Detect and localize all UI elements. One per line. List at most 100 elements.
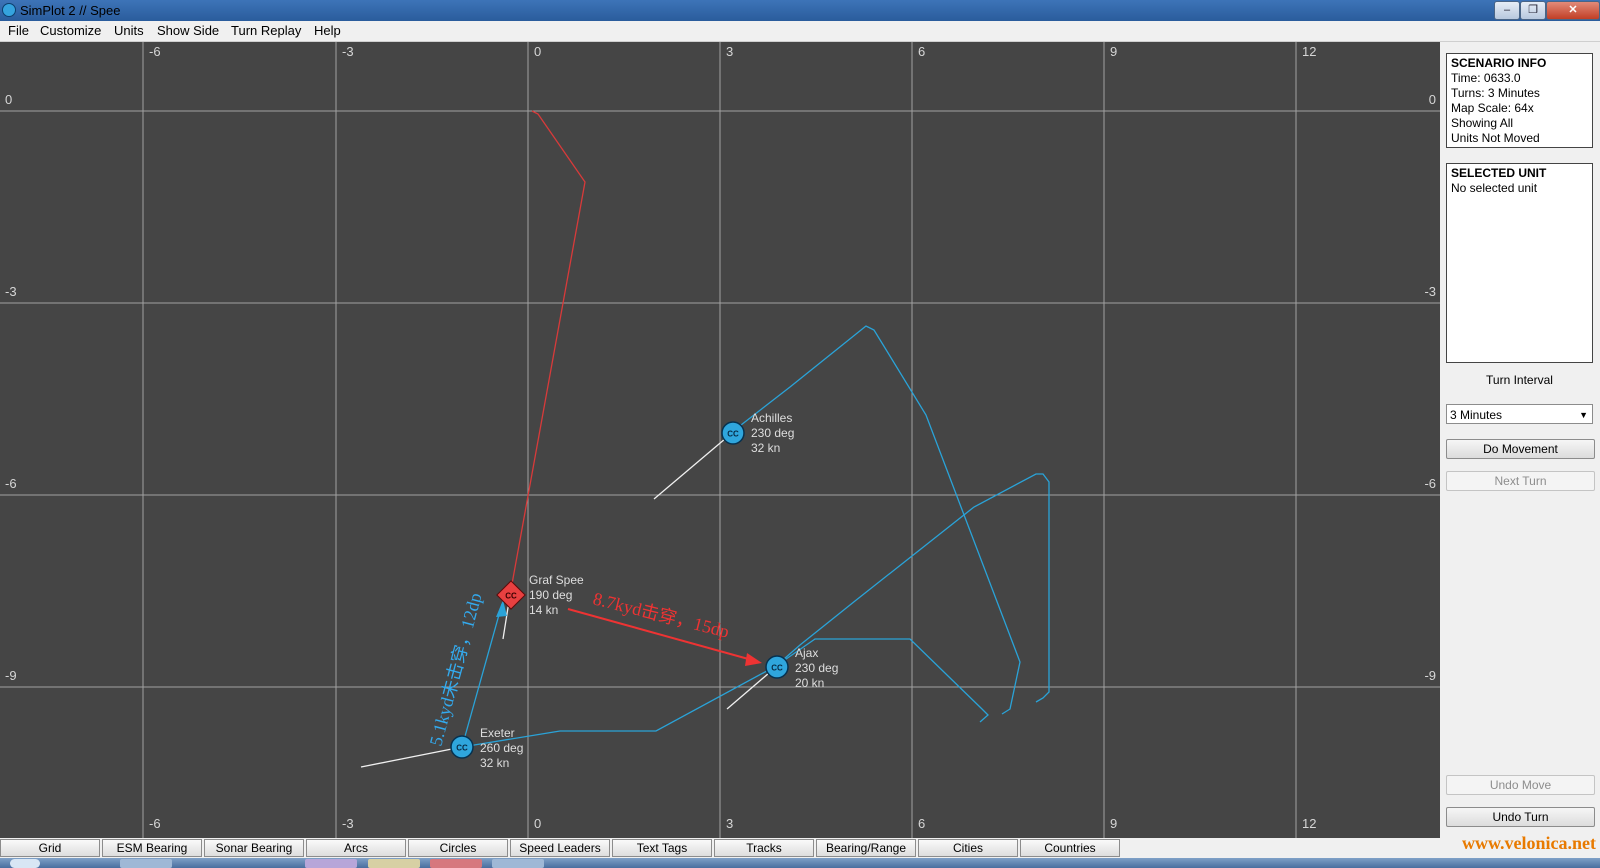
window-title: SimPlot 2 // Spee <box>20 3 121 18</box>
undo-move-button[interactable]: Undo Move <box>1446 775 1595 795</box>
maximize-button[interactable]: ❐ <box>1520 1 1546 20</box>
taskbar-item[interactable] <box>430 859 482 868</box>
toggle-text-tags[interactable]: Text Tags <box>612 839 712 857</box>
menu-turn-replay[interactable]: Turn Replay <box>231 23 301 38</box>
unit-speed: 32 kn <box>480 756 509 770</box>
unit-name: Ajax <box>795 646 818 660</box>
toggle-countries[interactable]: Countries <box>1020 839 1120 857</box>
unit-name: Exeter <box>480 726 515 740</box>
map-canvas[interactable]: -6 -3 0 3 6 9 12 -6 -3 0 3 6 9 12 0 -3 -… <box>0 42 1440 838</box>
x-tick-label: 9 <box>1110 44 1117 59</box>
tactical-map[interactable]: -6 -3 0 3 6 9 12 -6 -3 0 3 6 9 12 0 -3 -… <box>0 42 1440 838</box>
selected-unit-box: SELECTED UNIT No selected unit <box>1446 163 1593 363</box>
scenario-info-box: SCENARIO INFO Time: 0633.0 Turns: 3 Minu… <box>1446 53 1593 148</box>
toggle-esm-bearing[interactable]: ESM Bearing <box>102 839 202 857</box>
unit-ajax[interactable]: CC Ajax 230 deg 20 kn <box>765 646 838 690</box>
unit-speed: 20 kn <box>795 676 824 690</box>
toggle-sonar-bearing[interactable]: Sonar Bearing <box>204 839 304 857</box>
scenario-turns: Turns: 3 Minutes <box>1451 86 1540 100</box>
unit-achilles[interactable]: CC Achilles 230 deg 32 kn <box>721 411 794 455</box>
x-tick-label-bottom: 3 <box>726 816 733 831</box>
title-bar: SimPlot 2 // Spee – ❐ ✕ <box>0 0 1600 21</box>
scenario-showing: Showing All <box>1451 116 1514 130</box>
start-button[interactable] <box>10 859 40 868</box>
next-turn-button[interactable]: Next Turn <box>1446 471 1595 491</box>
taskbar-item[interactable] <box>492 859 544 868</box>
turn-interval-label: Turn Interval <box>1486 373 1553 387</box>
do-movement-button[interactable]: Do Movement <box>1446 439 1595 459</box>
selected-unit-header: SELECTED UNIT <box>1451 166 1547 180</box>
toggle-circles[interactable]: Circles <box>408 839 508 857</box>
unit-exeter[interactable]: CC Exeter 260 deg 32 kn <box>450 726 523 770</box>
toggle-arcs[interactable]: Arcs <box>306 839 406 857</box>
speed-leader <box>360 746 463 768</box>
menu-file[interactable]: File <box>8 23 29 38</box>
scenario-info-header: SCENARIO INFO <box>1451 56 1547 70</box>
unit-speed: 14 kn <box>529 603 558 617</box>
toggle-grid[interactable]: Grid <box>0 839 100 857</box>
chevron-down-icon[interactable]: ▼ <box>1579 405 1588 425</box>
red-annotation: 8.7kyd击穿，15dp <box>567 588 762 666</box>
x-tick-label: -6 <box>149 44 161 59</box>
graf-spee-track <box>509 110 586 596</box>
app-icon <box>2 3 16 17</box>
minimize-button[interactable]: – <box>1494 1 1520 20</box>
turn-interval-value: 3 Minutes <box>1450 408 1503 422</box>
selected-unit-value: No selected unit <box>1451 181 1538 195</box>
unit-course: 260 deg <box>480 741 523 755</box>
x-tick-label: 0 <box>534 44 541 59</box>
undo-turn-button[interactable]: Undo Turn <box>1446 807 1595 827</box>
menu-units[interactable]: Units <box>114 23 144 38</box>
red-annotation-text: 8.7kyd击穿，15dp <box>591 588 731 641</box>
toggle-bearing-range[interactable]: Bearing/Range <box>816 839 916 857</box>
y-tick-label-right: 0 <box>1429 92 1436 107</box>
grid-lines <box>0 42 1440 838</box>
x-tick-label-bottom: 9 <box>1110 816 1117 831</box>
os-taskbar <box>0 858 1600 868</box>
x-tick-label-bottom: 0 <box>534 816 541 831</box>
y-tick-label-right: -9 <box>1424 668 1436 683</box>
blue-annotation-text: 5.1kyd未击穿，12dp <box>426 591 486 748</box>
y-tick-label: -6 <box>5 476 17 491</box>
scenario-time: Time: 0633.0 <box>1451 71 1521 85</box>
unit-speed: 32 kn <box>751 441 780 455</box>
y-tick-label-right: -6 <box>1424 476 1436 491</box>
watermark: www.velonica.net <box>1462 833 1596 853</box>
unit-course: 230 deg <box>751 426 794 440</box>
unit-type-label: CC <box>771 664 783 673</box>
scenario-moved-status: Units Not Moved <box>1451 131 1540 145</box>
turn-interval-select[interactable]: 3 Minutes ▼ <box>1446 404 1593 424</box>
x-tick-label: -3 <box>342 44 354 59</box>
x-tick-label-bottom: 12 <box>1302 816 1316 831</box>
toggle-cities[interactable]: Cities <box>918 839 1018 857</box>
menu-customize[interactable]: Customize <box>40 23 101 38</box>
close-button[interactable]: ✕ <box>1546 1 1600 20</box>
unit-course: 190 deg <box>529 588 572 602</box>
unit-type-label: CC <box>456 744 468 753</box>
taskbar-item[interactable] <box>305 859 357 868</box>
x-tick-label: 6 <box>918 44 925 59</box>
toggle-speed-leaders[interactable]: Speed Leaders <box>510 839 610 857</box>
menu-show-side[interactable]: Show Side <box>157 23 219 38</box>
menu-bar: File Customize Units Show Side Turn Repl… <box>0 21 1600 42</box>
y-tick-label: 0 <box>5 92 12 107</box>
unit-name: Achilles <box>751 411 792 425</box>
blue-annotation: 5.1kyd未击穿，12dp <box>426 591 507 748</box>
scenario-map-scale: Map Scale: 64x <box>1451 101 1534 115</box>
unit-name: Graf Spee <box>529 573 584 587</box>
x-tick-label: 3 <box>726 44 733 59</box>
red-arrow-head <box>745 653 762 666</box>
y-tick-label: -3 <box>5 284 17 299</box>
taskbar-item[interactable] <box>120 859 172 868</box>
side-panel: SCENARIO INFO Time: 0633.0 Turns: 3 Minu… <box>1440 42 1600 838</box>
x-tick-label-bottom: -6 <box>149 816 161 831</box>
y-tick-label-right: -3 <box>1424 284 1436 299</box>
toggle-tracks[interactable]: Tracks <box>714 839 814 857</box>
x-tick-label-bottom: -3 <box>342 816 354 831</box>
unit-type-label: CC <box>727 430 739 439</box>
y-tick-label: -9 <box>5 668 17 683</box>
unit-course: 230 deg <box>795 661 838 675</box>
menu-help[interactable]: Help <box>314 23 341 38</box>
taskbar-item[interactable] <box>368 859 420 868</box>
x-tick-label-bottom: 6 <box>918 816 925 831</box>
